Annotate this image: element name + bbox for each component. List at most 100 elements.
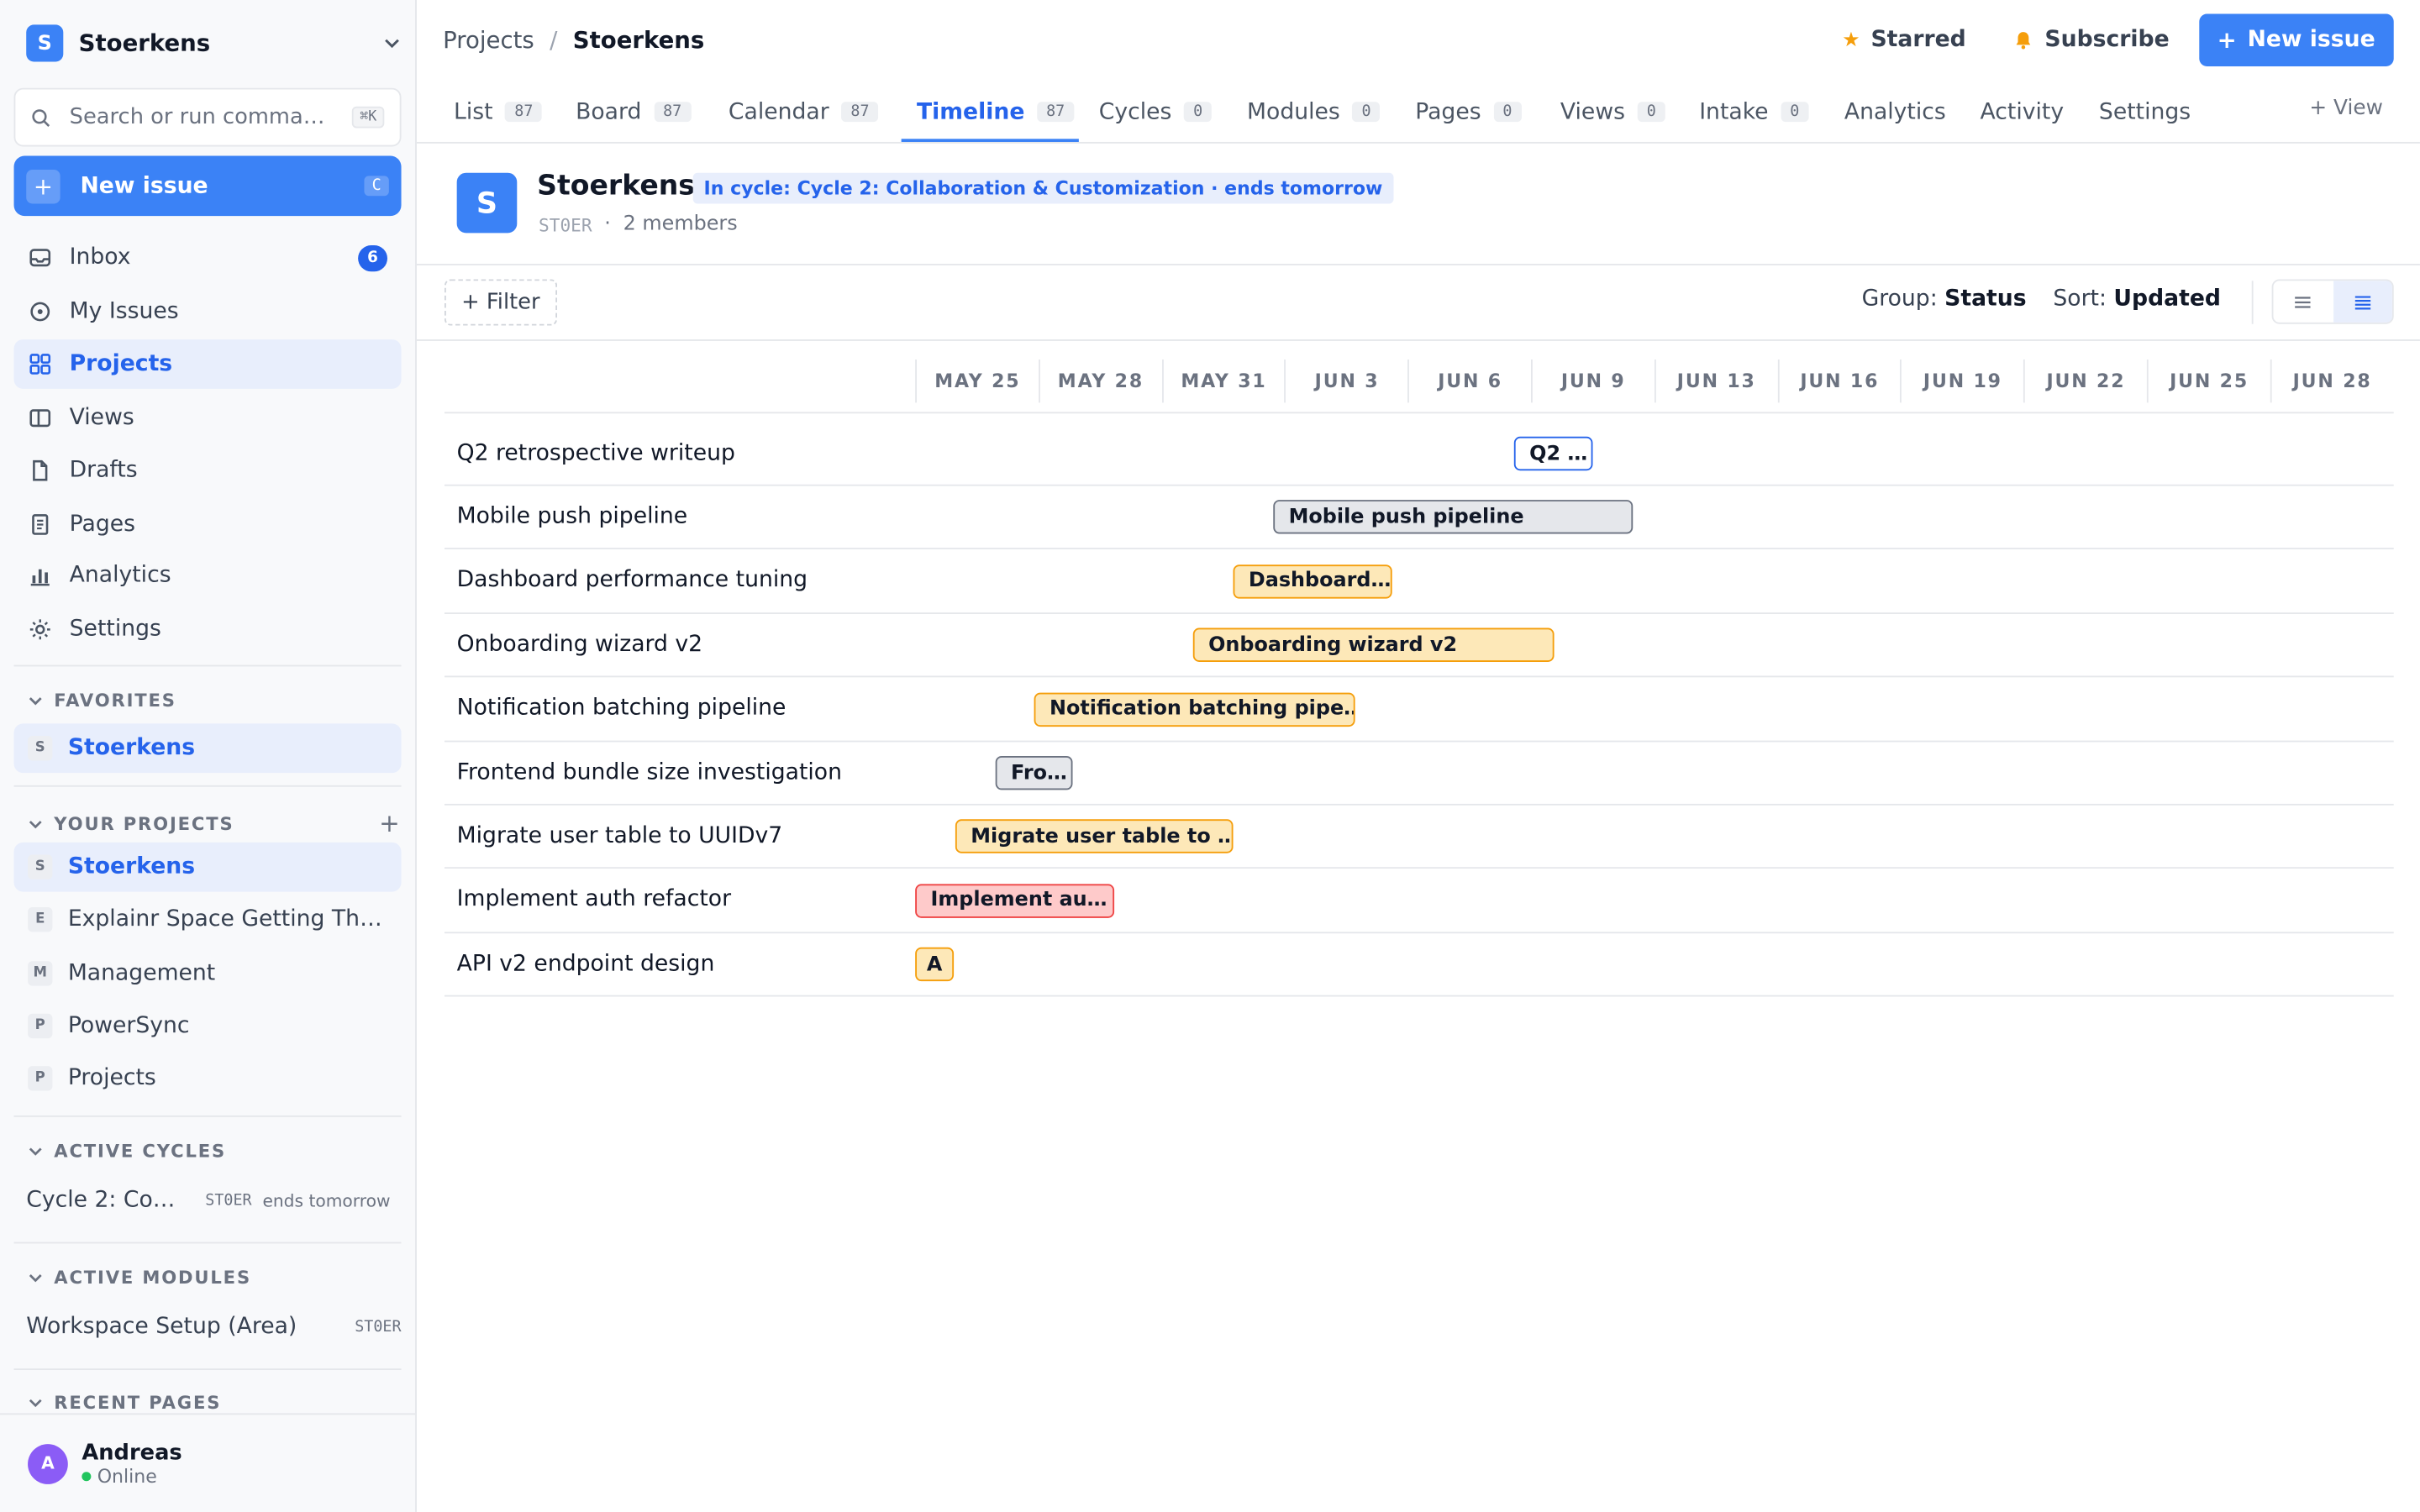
timeline-bar[interactable]: Implement au… (915, 884, 1115, 918)
tab-board[interactable]: Board 87 (576, 81, 692, 144)
timeline-bar[interactable]: Q2 … (1513, 436, 1593, 471)
issue-title[interactable]: Q2 retrospective writeup (457, 421, 735, 484)
sidebar-item-settings[interactable]: Settings (14, 605, 402, 654)
project-item-stoerkens[interactable]: S Stoerkens (13, 842, 402, 892)
timeline-bar[interactable]: A (915, 948, 955, 982)
new-issue-button[interactable]: + New issue C (13, 155, 402, 217)
sidebar-item-projects[interactable]: Projects (13, 339, 402, 389)
add-view-button[interactable]: + View (2309, 96, 2383, 120)
active-cycle-item[interactable]: Cycle 2: Collaboration & Customization S… (26, 1185, 401, 1216)
favorite-item-stoerkens[interactable]: S Stoerkens (13, 723, 402, 774)
timeline-date-header: MAY 25 MAY 28 MAY 31 JUN 3 JUN 6 JUN 9 JUN 13 J… (444, 341, 2394, 414)
module-project-id: ST0ER (355, 1318, 402, 1336)
timeline-row[interactable]: Frontend bundle size investigation Fro… (444, 741, 2394, 806)
sidebar-item-inbox[interactable]: Inbox 6 (14, 233, 402, 282)
issue-title[interactable]: Dashboard performance tuning (457, 549, 808, 612)
tab-intake[interactable]: Intake 0 (1699, 81, 1809, 144)
project-name: Stoerkens (537, 170, 695, 202)
tab-label: Views (1560, 99, 1625, 124)
dense-lines-icon (2354, 295, 2370, 309)
recent-pages-heading[interactable]: RECENT PAGES (26, 1392, 401, 1413)
sidebar-item-label: Drafts (69, 458, 138, 483)
project-item-label: Management (67, 961, 216, 986)
workspace-switcher[interactable]: S Stoerkens (26, 24, 402, 62)
grid-icon (29, 354, 51, 375)
issue-title[interactable]: Onboarding wizard v2 (457, 613, 702, 676)
sort-dropdown[interactable]: Sort: Updated (2053, 287, 2221, 312)
tab-pages[interactable]: Pages 0 (1415, 81, 1522, 144)
user-profile[interactable]: A Andreas Online (0, 1413, 416, 1512)
tab-modules[interactable]: Modules 0 (1247, 81, 1381, 144)
new-issue-button[interactable]: + New issue (2198, 13, 2394, 66)
comfortable-view-button[interactable] (2333, 281, 2392, 323)
sidebar-item-views[interactable]: Views (14, 393, 402, 443)
tab-label: Modules (1247, 99, 1340, 124)
timeline-bar[interactable]: Migrate user table to … (955, 820, 1234, 854)
issue-title[interactable]: Mobile push pipeline (457, 485, 688, 548)
tab-timeline[interactable]: Timeline 87 (917, 81, 1075, 144)
chevron-down-icon (385, 39, 399, 49)
active-cycles-heading[interactable]: ACTIVE CYCLES (26, 1140, 401, 1162)
timeline-row[interactable]: Migrate user table to UUIDv7 Migrate user… (444, 805, 2394, 869)
project-item-management[interactable]: M Management (14, 949, 402, 999)
timeline-row[interactable]: Notification batching pipeline Notificati… (444, 677, 2394, 742)
sidebar-item-my-issues[interactable]: My Issues (14, 287, 402, 337)
timeline-bar[interactable]: Mobile push pipeline (1273, 500, 1634, 535)
issue-title[interactable]: API v2 endpoint design (457, 932, 715, 995)
breadcrumb-projects[interactable]: Projects (443, 26, 534, 54)
timeline-row[interactable]: Mobile push pipeline Mobile push pipeline (444, 485, 2394, 550)
project-item-explainr[interactable]: E Explainr Space Getting Things Done (14, 895, 402, 944)
timeline-bar[interactable]: Fro… (995, 755, 1073, 790)
tab-activity[interactable]: Activity (1980, 81, 2064, 144)
favorites-heading[interactable]: FAVORITES (26, 690, 401, 711)
tab-views[interactable]: Views 0 (1560, 81, 1665, 144)
timeline-row[interactable]: Implement auth refactor Implement au… (444, 869, 2394, 933)
tab-label: Board (576, 99, 642, 124)
group-by-dropdown[interactable]: Group: Status (1862, 287, 2027, 312)
starred-button[interactable]: ★ Starred (1842, 28, 1966, 52)
tab-count: 87 (654, 102, 692, 123)
sidebar-item-analytics[interactable]: Analytics (14, 551, 402, 601)
filter-button[interactable]: + Filter (444, 279, 557, 326)
timeline-date-label: JUN 22 (2023, 359, 2147, 403)
tab-settings[interactable]: Settings (2099, 81, 2191, 144)
tab-analytics[interactable]: Analytics (1844, 81, 1946, 144)
timeline-row[interactable]: Q2 retrospective writeup Q2 … (444, 421, 2394, 486)
project-item-powersync[interactable]: P PowerSync (14, 1001, 402, 1051)
active-modules-heading[interactable]: ACTIVE MODULES (26, 1267, 401, 1289)
timeline-date-label: JUN 6 (1407, 359, 1531, 403)
new-issue-label: New issue (2247, 28, 2375, 53)
project-item-label: Explainr Space Getting Things Done (67, 906, 387, 932)
user-name: Andreas (82, 1440, 182, 1465)
active-modules-heading-label: ACTIVE MODULES (54, 1266, 252, 1289)
project-members[interactable]: 2 members (623, 213, 738, 236)
project-letter-icon: M (28, 961, 53, 986)
tab-cycles[interactable]: Cycles 0 (1099, 81, 1213, 144)
tab-count: 0 (1352, 102, 1381, 123)
compact-view-button[interactable] (2273, 281, 2333, 323)
timeline-bar[interactable]: Dashboard… (1233, 564, 1392, 599)
sidebar-item-pages[interactable]: Pages (14, 500, 402, 549)
issue-title[interactable]: Frontend bundle size investigation (457, 741, 842, 804)
cycle-badge[interactable]: In cycle: Cycle 2: Collaboration & Custo… (692, 172, 1394, 204)
timeline-row[interactable]: Onboarding wizard v2 Onboarding wizard v2 (444, 613, 2394, 678)
sidebar-item-label: Analytics (69, 563, 171, 588)
issue-title[interactable]: Implement auth refactor (457, 869, 731, 932)
timeline-row[interactable]: Dashboard performance tuning Dashboard… (444, 549, 2394, 614)
issue-title[interactable]: Migrate user table to UUIDv7 (457, 805, 783, 868)
add-project-icon[interactable]: + (379, 808, 401, 837)
issue-title[interactable]: Notification batching pipeline (457, 677, 786, 740)
subscribe-button[interactable]: Subscribe (2012, 28, 2170, 52)
timeline-date-label: MAY 31 (1161, 359, 1285, 403)
sidebar-divider (13, 664, 402, 667)
timeline-bar[interactable]: Onboarding wizard v2 (1192, 627, 1555, 663)
timeline-row[interactable]: API v2 endpoint design A (444, 932, 2394, 997)
timeline-bar[interactable]: Notification batching pipe… (1034, 691, 1355, 727)
tab-calendar[interactable]: Calendar 87 (729, 81, 879, 144)
project-item-projects[interactable]: P Projects (14, 1053, 402, 1103)
sidebar-item-drafts[interactable]: Drafts (14, 446, 402, 496)
tab-list[interactable]: List 87 (454, 81, 543, 144)
search-input[interactable]: Search or run comma… ⌘K (13, 87, 402, 147)
active-module-item[interactable]: Workspace Setup (Area) ST0ER (26, 1311, 401, 1342)
your-projects-heading[interactable]: YOUR PROJECTS + (26, 808, 401, 837)
